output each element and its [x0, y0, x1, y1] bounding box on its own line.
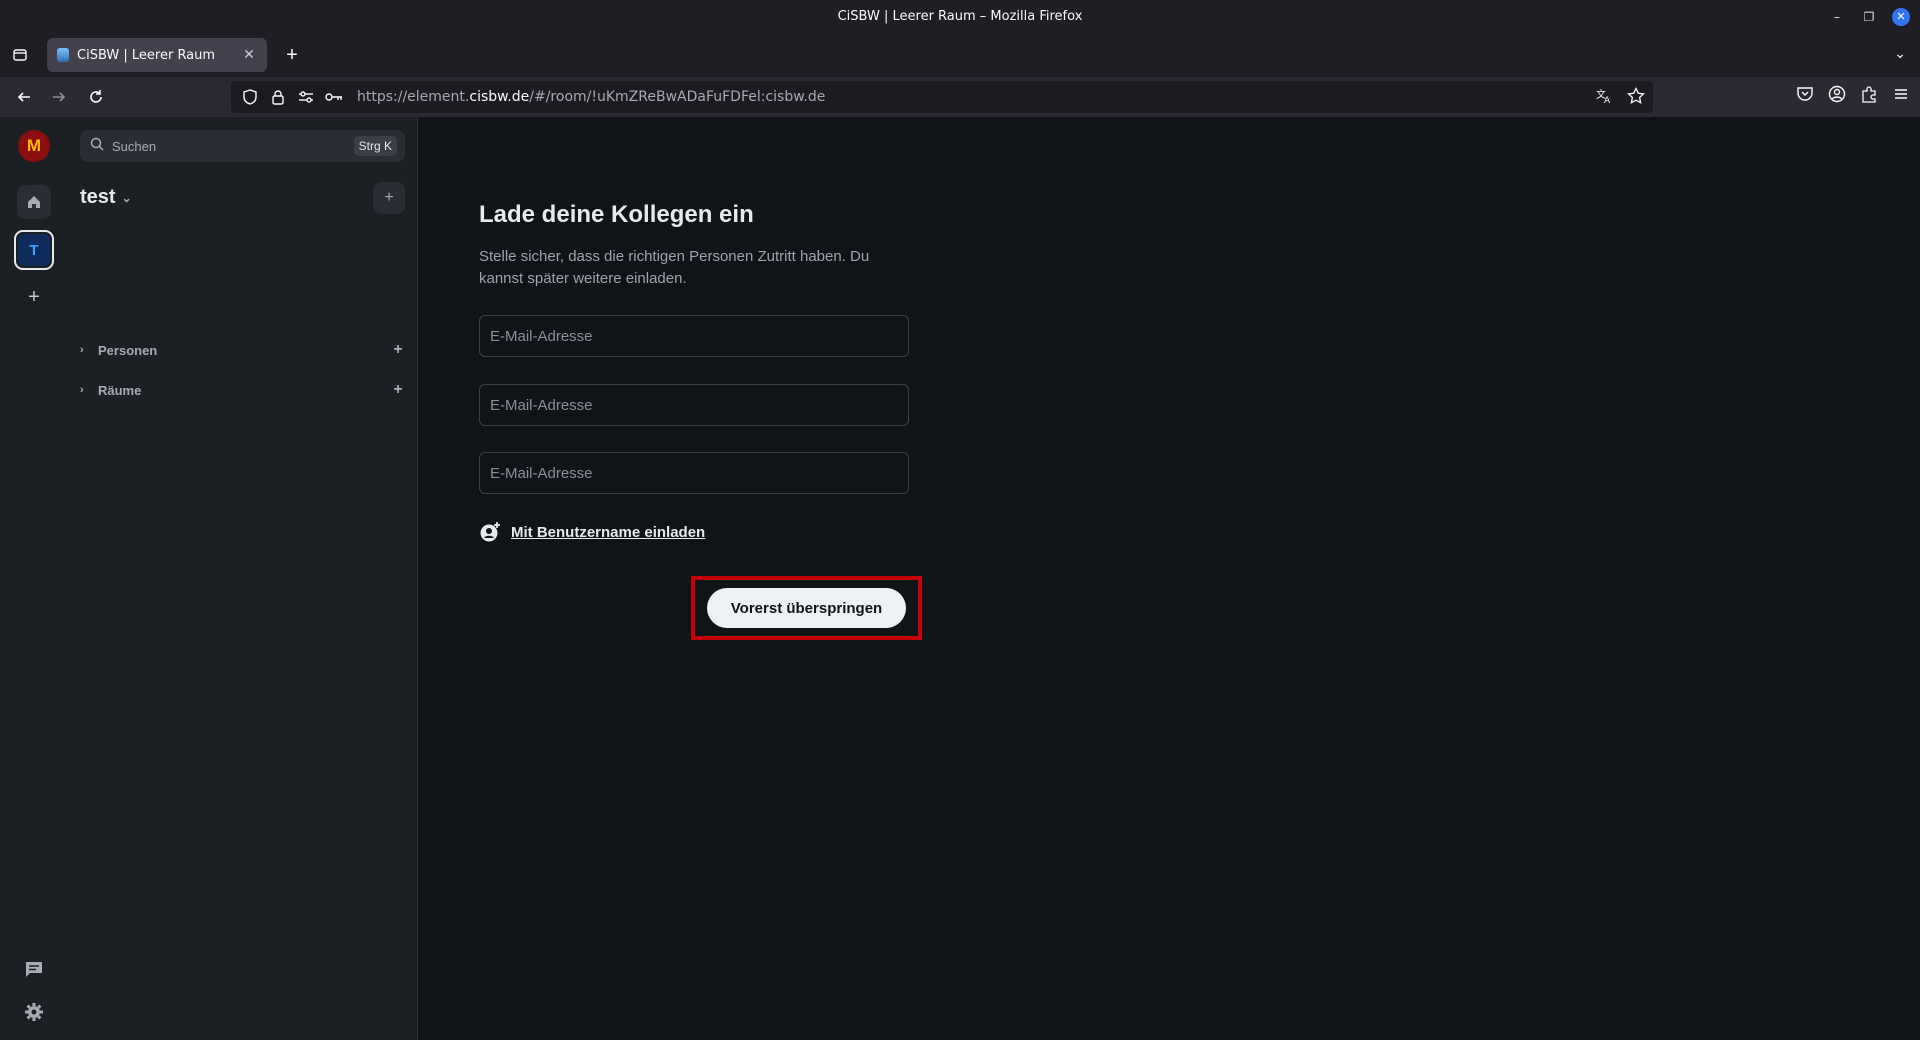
bookmark-star-icon[interactable]	[1627, 86, 1645, 110]
url-bar[interactable]: https://element.cisbw.de/#/room/!uKmZReB…	[231, 81, 1653, 113]
firefox-view-icon[interactable]	[8, 43, 32, 67]
space-panel: M T +	[0, 117, 68, 1040]
add-user-icon	[479, 521, 501, 543]
window-titlebar: CiSBW | Leerer Raum – Mozilla Firefox – …	[0, 0, 1920, 33]
back-icon[interactable]	[12, 85, 36, 109]
chevron-right-icon: ›	[80, 384, 84, 396]
account-icon[interactable]	[1828, 85, 1846, 108]
invite-by-username-link[interactable]: Mit Benutzername einladen	[511, 524, 705, 541]
tab-title: CiSBW | Leerer Raum	[77, 47, 216, 63]
email-field-1[interactable]	[479, 315, 909, 357]
tab-close-icon[interactable]: ✕	[241, 47, 257, 63]
skip-button[interactable]: Vorerst überspringen	[707, 588, 906, 628]
browser-tab[interactable]: CiSBW | Leerer Raum ✕	[47, 38, 267, 72]
url-domain: cisbw.de	[469, 89, 530, 105]
close-icon[interactable]: ✕	[1892, 7, 1910, 26]
search-icon	[90, 137, 104, 156]
space-name: test	[80, 186, 116, 208]
page-description: Stelle sicher, dass die richtigen Person…	[479, 248, 870, 287]
permissions-icon[interactable]	[297, 88, 315, 106]
urlbar-actions: 文A	[1595, 86, 1645, 110]
navigation-toolbar: https://element.cisbw.de/#/room/!uKmZReB…	[0, 77, 1920, 117]
email-field-3[interactable]	[479, 452, 909, 494]
reload-icon[interactable]	[84, 85, 108, 109]
svg-text:A: A	[1604, 96, 1611, 105]
gear-icon[interactable]	[22, 1000, 46, 1024]
threads-icon[interactable]	[22, 957, 46, 981]
url-suffix: /#/room/!uKmZReBwADaFuFDFel:cisbw.de	[529, 89, 826, 105]
tracking-protection-shield-icon[interactable]	[241, 88, 259, 106]
new-tab-icon[interactable]: +	[280, 43, 304, 67]
chevron-right-icon: ›	[80, 344, 84, 356]
tab-strip: CiSBW | Leerer Raum ✕ + ⌄	[0, 33, 1920, 77]
search-input[interactable]: Suchen Strg K	[80, 130, 405, 162]
tab-favicon-icon	[57, 48, 69, 62]
room-list-panel: Suchen Strg K test ⌄ + › Personen + › Rä…	[68, 117, 418, 1040]
minimize-icon[interactable]: –	[1828, 8, 1846, 26]
menu-icon[interactable]	[1892, 85, 1910, 108]
extensions-icon[interactable]	[1860, 85, 1878, 108]
element-app: M T + Suchen Strg K test ⌄ + › Personen …	[0, 117, 1920, 1040]
restore-icon[interactable]: ❐	[1860, 8, 1878, 26]
chevron-down-icon: ⌄	[121, 190, 132, 205]
url-prefix: https://element.	[357, 89, 470, 105]
highlight-box: Vorerst überspringen	[691, 576, 922, 640]
space-letter: T	[18, 234, 50, 266]
invite-colleagues-view: Lade deine Kollegen ein Stelle sicher, d…	[419, 117, 1920, 1040]
add-room-icon[interactable]: +	[391, 381, 405, 399]
section-raeume[interactable]: › Räume +	[80, 380, 405, 400]
add-to-space-button[interactable]: +	[373, 182, 405, 214]
page-title: Lade deine Kollegen ein	[479, 201, 754, 228]
window-title: CiSBW | Leerer Raum – Mozilla Firefox	[837, 9, 1083, 24]
pocket-icon[interactable]	[1796, 85, 1814, 108]
section-label: Räume	[98, 382, 142, 398]
section-label: Personen	[98, 342, 158, 358]
forward-icon[interactable]	[47, 85, 71, 109]
space-avatar-test[interactable]: T	[14, 230, 54, 270]
section-personen[interactable]: › Personen +	[80, 340, 405, 360]
key-icon[interactable]	[325, 88, 343, 106]
home-icon[interactable]	[17, 185, 51, 219]
url-text[interactable]: https://element.cisbw.de/#/room/!uKmZReB…	[357, 89, 825, 105]
invite-by-username[interactable]: Mit Benutzername einladen	[479, 521, 705, 543]
window-controls: – ❐ ✕	[1828, 0, 1910, 33]
user-avatar[interactable]: M	[18, 130, 50, 162]
create-space-icon[interactable]: +	[22, 285, 46, 309]
email-field-2[interactable]	[479, 384, 909, 426]
list-all-tabs-icon[interactable]: ⌄	[1894, 45, 1906, 62]
space-context-menu-button[interactable]: test ⌄	[80, 186, 132, 209]
lock-icon[interactable]	[269, 88, 287, 106]
toolbar-right	[1796, 85, 1910, 108]
search-placeholder: Suchen	[112, 138, 157, 154]
add-person-icon[interactable]: +	[391, 341, 405, 359]
search-shortcut: Strg K	[353, 136, 397, 156]
translate-icon[interactable]: 文A	[1595, 87, 1613, 110]
